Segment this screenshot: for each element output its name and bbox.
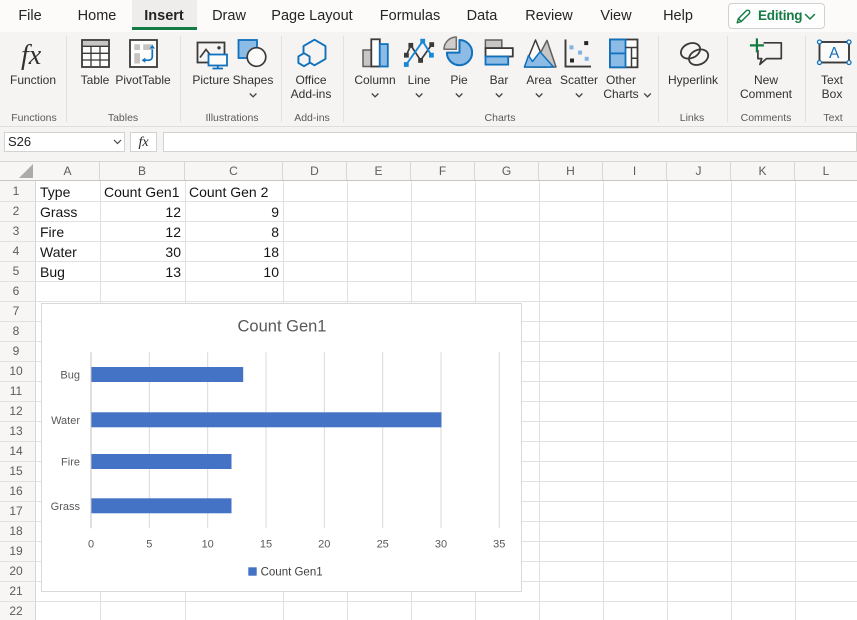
svg-text:A: A xyxy=(829,45,840,62)
svg-text:20: 20 xyxy=(318,539,330,551)
svg-text:30: 30 xyxy=(435,539,447,551)
svg-text:Bug: Bug xyxy=(60,369,80,381)
svg-text:25: 25 xyxy=(377,539,389,551)
svg-text:0: 0 xyxy=(88,539,94,551)
svg-text:fx: fx xyxy=(21,40,42,71)
svg-text:Fire: Fire xyxy=(61,457,80,469)
svg-text:Water: Water xyxy=(51,415,80,427)
svg-text:15: 15 xyxy=(260,539,272,551)
svg-text:35: 35 xyxy=(493,539,505,551)
svg-text:10: 10 xyxy=(202,539,214,551)
svg-text:Count Gen1: Count Gen1 xyxy=(238,318,327,336)
svg-text:Grass: Grass xyxy=(51,501,81,513)
svg-text:Count Gen1: Count Gen1 xyxy=(261,567,323,579)
svg-text:5: 5 xyxy=(146,539,152,551)
